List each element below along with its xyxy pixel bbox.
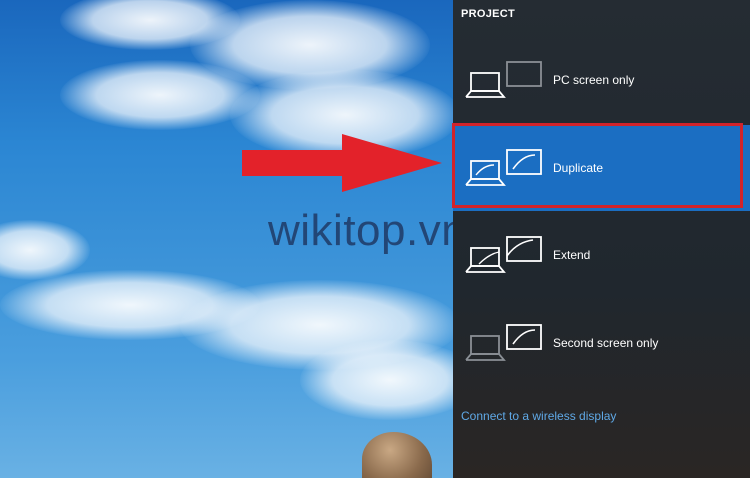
extend-icon [465,236,542,273]
watermark: wikitop.vn [268,206,453,255]
panel-title: PROJECT [461,8,516,20]
option-extend[interactable]: Extend [453,212,750,298]
red-arrow-icon [242,134,442,192]
project-panel: PROJECT PC screen only Duplicate Extend [453,0,750,478]
rock [362,432,432,478]
pc-screen-only-icon [465,61,542,98]
option-pc-screen-only[interactable]: PC screen only [453,37,750,123]
option-label: Second screen only [553,336,659,350]
cloud [300,340,453,420]
option-label: Extend [553,248,591,262]
option-label: PC screen only [553,73,635,87]
option-second-screen-only[interactable]: Second screen only [453,300,750,386]
option-label: Duplicate [553,161,604,175]
cloud [0,220,90,280]
desktop-background: wikitop.vn [0,0,453,478]
second-screen-only-icon [465,324,542,361]
connect-wireless-display-link[interactable]: Connect to a wireless display [461,409,616,423]
duplicate-icon [465,149,542,186]
option-duplicate[interactable]: Duplicate [453,125,750,211]
